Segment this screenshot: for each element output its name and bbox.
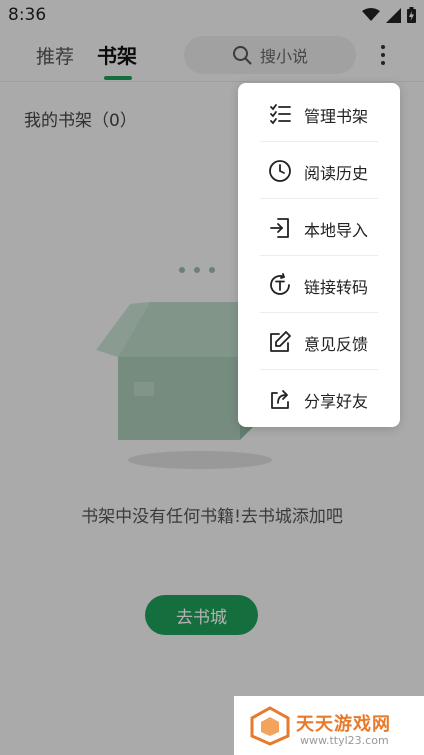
menu-item-label: 管理书架 — [304, 107, 369, 126]
menu-item-label: 本地导入 — [304, 221, 369, 240]
watermark-url: www.ttyl23.com — [300, 734, 389, 747]
menu-item-link-transcode[interactable]: 链接转码 — [238, 256, 400, 313]
watermark: 天天游戏网 www.ttyl23.com — [234, 696, 424, 755]
more-dropdown-menu: 管理书架 阅读历史 本地导入 链接转码 意见反馈 分享好友 — [238, 83, 400, 427]
edit-icon — [270, 331, 291, 352]
menu-item-feedback[interactable]: 意见反馈 — [238, 313, 400, 370]
transcode-icon — [270, 273, 290, 295]
share-icon — [271, 390, 289, 409]
menu-item-label: 阅读历史 — [304, 164, 369, 183]
menu-item-manage-shelf[interactable]: 管理书架 — [238, 85, 400, 142]
list-checks-icon — [270, 104, 291, 125]
menu-item-reading-history[interactable]: 阅读历史 — [238, 142, 400, 199]
menu-item-label: 意见反馈 — [304, 335, 369, 354]
menu-item-label: 链接转码 — [304, 278, 369, 297]
menu-item-share[interactable]: 分享好友 — [238, 370, 400, 427]
import-icon — [270, 218, 289, 238]
menu-item-local-import[interactable]: 本地导入 — [238, 199, 400, 256]
watermark-title: 天天游戏网 — [296, 714, 391, 735]
clock-icon — [269, 160, 291, 182]
menu-item-label: 分享好友 — [304, 392, 369, 411]
watermark-logo-icon — [250, 706, 290, 746]
